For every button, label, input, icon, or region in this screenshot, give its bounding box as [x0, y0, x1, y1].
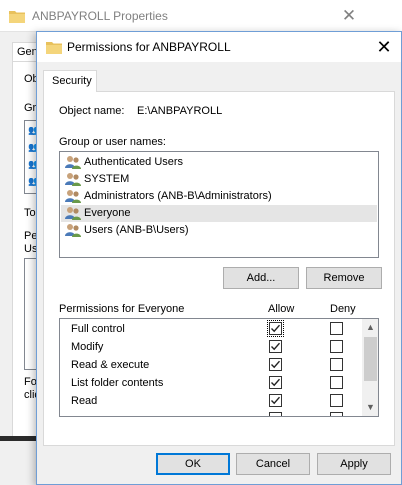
- list-item-label: Administrators (ANB-B\Administrators): [84, 190, 272, 202]
- allow-checkbox[interactable]: [269, 412, 282, 416]
- to-change-fragment: To: [24, 207, 36, 219]
- allow-checkbox[interactable]: [269, 376, 282, 389]
- permissions-dialog: Permissions for ANBPAYROLL ✕ Security Ob…: [36, 31, 402, 485]
- permission-name: Modify: [71, 341, 104, 353]
- deny-checkbox[interactable]: [330, 358, 343, 371]
- close-icon[interactable]: ✕: [371, 36, 397, 58]
- list-item-label: Users (ANB-B\Users): [84, 224, 189, 236]
- folder-icon: [9, 11, 25, 23]
- list-item[interactable]: Users (ANB-B\Users): [61, 222, 377, 239]
- permissions-label: Permissions for Everyone: [59, 303, 185, 315]
- permission-name: Read: [71, 395, 98, 407]
- list-item-label: Everyone: [84, 207, 131, 219]
- deny-checkbox[interactable]: [330, 322, 343, 335]
- list-item[interactable]: Authenticated Users: [61, 154, 377, 171]
- ok-button[interactable]: OK: [156, 453, 230, 475]
- list-item-selected[interactable]: Everyone: [61, 205, 377, 222]
- users-icon: [65, 190, 81, 203]
- principals-list[interactable]: Authenticated Users SYSTEM Administrator…: [59, 151, 379, 258]
- list-item-label: SYSTEM: [84, 173, 130, 185]
- deny-checkbox[interactable]: [330, 412, 343, 416]
- scroll-up-icon[interactable]: ▲: [362, 319, 378, 336]
- allow-checkbox[interactable]: [269, 340, 282, 353]
- permission-row: Full control: [60, 320, 360, 338]
- allow-checkbox[interactable]: [267, 320, 284, 337]
- permission-name: List folder contents: [71, 377, 164, 389]
- users-icon: [65, 207, 81, 220]
- vertical-scrollbar[interactable]: ▲ ▼: [362, 319, 378, 416]
- properties-title: ANBPAYROLL Properties: [32, 9, 168, 23]
- tab-security[interactable]: Security: [43, 70, 97, 92]
- permission-row: List folder contents: [60, 374, 360, 392]
- permission-row: Modify: [60, 338, 360, 356]
- object-name-value: E:\ANBPAYROLL: [137, 105, 223, 117]
- dialog-titlebar[interactable]: Permissions for ANBPAYROLL ✕: [37, 32, 401, 62]
- security-panel: Object name: E:\ANBPAYROLL Group or user…: [43, 91, 395, 446]
- deny-checkbox[interactable]: [330, 394, 343, 407]
- permission-name: Read & execute: [71, 359, 150, 371]
- users-icon: [65, 224, 81, 237]
- add-button[interactable]: Add...: [223, 267, 299, 289]
- list-item[interactable]: Administrators (ANB-B\Administrators): [61, 188, 377, 205]
- apply-button[interactable]: Apply: [317, 453, 391, 475]
- users-icon: [65, 156, 81, 169]
- scroll-thumb[interactable]: [364, 337, 377, 381]
- properties-titlebar[interactable]: ANBPAYROLL Properties ✕: [0, 0, 364, 32]
- list-item[interactable]: SYSTEM: [61, 171, 377, 188]
- cancel-button[interactable]: Cancel: [236, 453, 310, 475]
- list-item-label: Authenticated Users: [84, 156, 184, 168]
- object-name-label: Object name:: [59, 105, 125, 117]
- users-icon: [65, 173, 81, 186]
- remove-button[interactable]: Remove: [306, 267, 382, 289]
- permission-row: Read: [60, 392, 360, 410]
- allow-checkbox[interactable]: [269, 394, 282, 407]
- deny-header: Deny: [330, 303, 356, 315]
- deny-checkbox[interactable]: [330, 340, 343, 353]
- dialog-title: Permissions for ANBPAYROLL: [67, 40, 231, 54]
- deny-checkbox[interactable]: [330, 376, 343, 389]
- group-label: Group or user names:: [59, 136, 166, 148]
- allow-header: Allow: [268, 303, 295, 315]
- folder-icon: [46, 42, 62, 54]
- permissions-list[interactable]: Full control Modify Read & execute List fol…: [59, 318, 379, 417]
- permission-row: Read & execute: [60, 356, 360, 374]
- scroll-down-icon[interactable]: ▼: [362, 399, 378, 416]
- allow-checkbox[interactable]: [269, 358, 282, 371]
- properties-close-icon[interactable]: ✕: [338, 6, 360, 26]
- permission-row: [60, 410, 360, 416]
- permission-name: Full control: [71, 323, 125, 335]
